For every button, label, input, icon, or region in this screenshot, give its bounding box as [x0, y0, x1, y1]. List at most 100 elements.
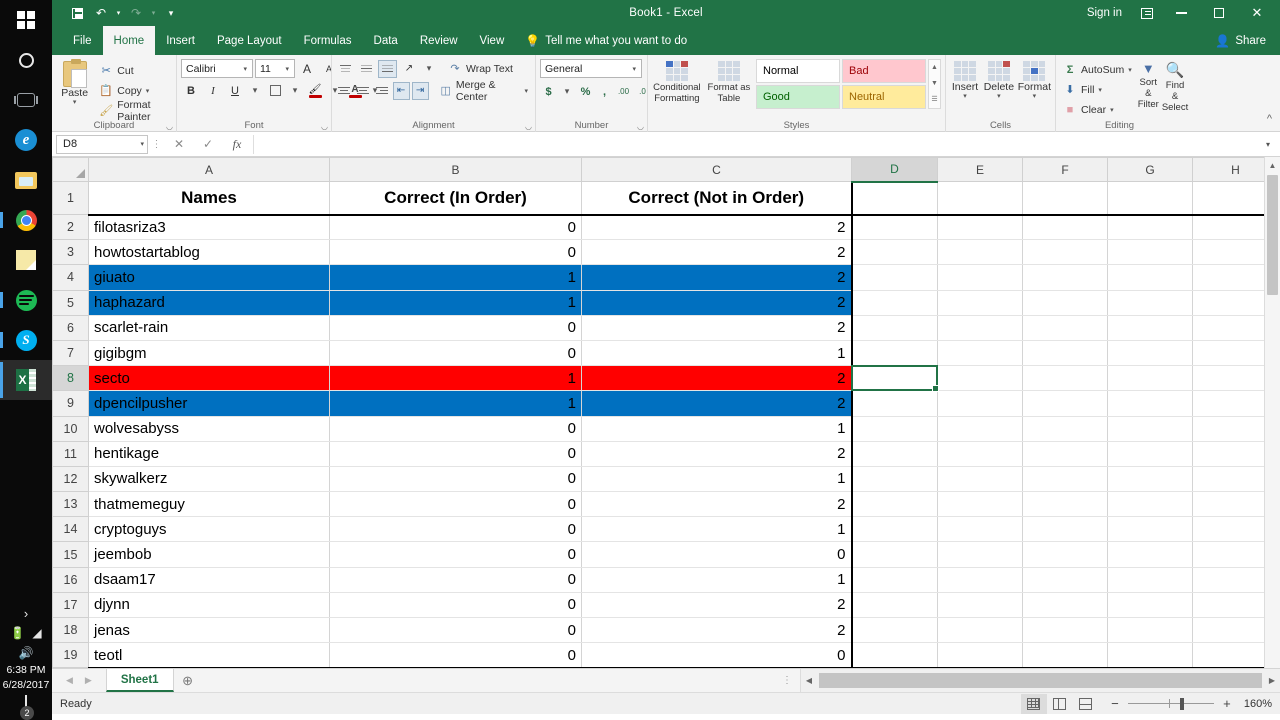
- cell-d4[interactable]: [851, 264, 938, 291]
- cell-a10[interactable]: wolvesabyss: [88, 416, 330, 442]
- cell-f2[interactable]: [1022, 214, 1108, 241]
- column-header-f[interactable]: F: [1022, 157, 1108, 182]
- cell-a7[interactable]: gigibgm: [88, 340, 330, 367]
- cell-a13[interactable]: thatmemeguy: [88, 491, 330, 518]
- zoom-in-button[interactable]: +: [1221, 696, 1233, 711]
- format-cells-button[interactable]: Format ▾: [1018, 59, 1051, 100]
- cell-e17[interactable]: [937, 592, 1023, 619]
- cell-b9[interactable]: 1: [329, 390, 582, 417]
- cell-e1[interactable]: [937, 181, 1023, 216]
- scroll-left-icon[interactable]: ◀: [801, 676, 817, 685]
- cell-d15[interactable]: [851, 541, 938, 568]
- cell-b17[interactable]: 0: [329, 592, 582, 619]
- cell-f11[interactable]: [1022, 441, 1108, 467]
- spotify-icon[interactable]: [0, 280, 52, 320]
- paste-button[interactable]: Paste ▾: [56, 59, 93, 106]
- row-header-18[interactable]: 18: [52, 616, 89, 644]
- cell-f14[interactable]: [1022, 516, 1108, 543]
- insert-cells-button[interactable]: Insert ▾: [950, 59, 980, 100]
- tray-chevron-row[interactable]: ›: [0, 604, 52, 622]
- cell-g12[interactable]: [1107, 466, 1193, 493]
- style-bad[interactable]: Bad: [842, 59, 926, 83]
- column-header-d[interactable]: D: [851, 157, 938, 183]
- cell-c19[interactable]: 0: [581, 642, 853, 668]
- cell-b6[interactable]: 0: [329, 315, 582, 341]
- increase-font-size-button[interactable]: A: [297, 59, 317, 78]
- styles-scroll-down-icon[interactable]: ▼: [929, 76, 940, 92]
- cell-b1[interactable]: Correct (In Order): [329, 181, 582, 216]
- clipboard-dialog-launcher[interactable]: ◡: [166, 122, 173, 131]
- cell-b18[interactable]: 0: [329, 617, 582, 644]
- cell-g17[interactable]: [1107, 592, 1193, 619]
- zoom-level-label[interactable]: 160%: [1240, 698, 1272, 710]
- insert-function-button[interactable]: fx: [224, 135, 250, 154]
- cell-a6[interactable]: scarlet-rain: [88, 315, 330, 341]
- cell-e11[interactable]: [937, 441, 1023, 467]
- cell-a11[interactable]: hentikage: [88, 441, 330, 467]
- horizontal-scroll-track[interactable]: [817, 669, 1264, 692]
- wrap-text-button[interactable]: ↷ Wrap Text: [445, 59, 516, 78]
- expand-formula-bar-button[interactable]: ▾: [1260, 140, 1276, 149]
- cell-f15[interactable]: [1022, 541, 1108, 568]
- cell-a2[interactable]: filotasriza3: [88, 214, 330, 241]
- cell-g13[interactable]: [1107, 491, 1193, 518]
- align-bottom-button[interactable]: [378, 59, 397, 78]
- vertical-scrollbar[interactable]: ▲: [1264, 157, 1280, 668]
- insert-dropdown-arrow[interactable]: ▾: [963, 93, 967, 100]
- cell-e9[interactable]: [937, 390, 1023, 417]
- sort-filter-button[interactable]: ▼ Sort & Filter: [1138, 59, 1159, 110]
- cell-b14[interactable]: 0: [329, 516, 582, 543]
- task-view-icon[interactable]: [0, 80, 52, 120]
- cell-e6[interactable]: [937, 315, 1023, 341]
- cell-b10[interactable]: 0: [329, 416, 582, 442]
- decrease-indent-button[interactable]: ⇤: [392, 81, 410, 100]
- cell-c6[interactable]: 2: [581, 315, 853, 341]
- cell-g19[interactable]: [1107, 642, 1193, 668]
- horizontal-scrollbar[interactable]: ◀ ▶: [800, 669, 1280, 692]
- zoom-out-button[interactable]: −: [1109, 696, 1121, 711]
- cell-c12[interactable]: 1: [581, 466, 853, 493]
- cell-c10[interactable]: 1: [581, 416, 853, 442]
- cell-b5[interactable]: 1: [329, 290, 582, 316]
- cell-e12[interactable]: [937, 466, 1023, 493]
- cell-c2[interactable]: 2: [581, 214, 853, 241]
- percent-style-button[interactable]: %: [577, 83, 594, 101]
- cell-c3[interactable]: 2: [581, 239, 853, 266]
- row-header-5[interactable]: 5: [52, 289, 89, 316]
- cell-a18[interactable]: jenas: [88, 617, 330, 644]
- align-right-button[interactable]: [374, 82, 391, 100]
- vertical-scroll-thumb[interactable]: [1267, 175, 1278, 295]
- cell-e18[interactable]: [937, 617, 1023, 644]
- cut-button[interactable]: ✂ Cut: [96, 61, 172, 80]
- scroll-right-icon[interactable]: ▶: [1264, 676, 1280, 685]
- cell-c7[interactable]: 1: [581, 340, 853, 367]
- cell-a17[interactable]: djynn: [88, 592, 330, 619]
- font-name-combo[interactable]: Calibri ▾: [181, 59, 253, 78]
- tab-file[interactable]: File: [62, 26, 103, 55]
- accounting-dropdown[interactable]: ▾: [559, 82, 575, 101]
- tab-insert[interactable]: Insert: [155, 26, 206, 55]
- cell-a16[interactable]: dsaam17: [88, 567, 330, 593]
- cell-d5[interactable]: [851, 290, 938, 316]
- name-box[interactable]: D8 ▾: [56, 134, 148, 154]
- row-header-14[interactable]: 14: [52, 516, 89, 543]
- cell-g15[interactable]: [1107, 541, 1193, 568]
- cell-a5[interactable]: haphazard: [88, 290, 330, 316]
- row-header-17[interactable]: 17: [52, 591, 89, 619]
- cell-g8[interactable]: [1107, 365, 1193, 392]
- cell-b12[interactable]: 0: [329, 466, 582, 493]
- cell-e16[interactable]: [937, 567, 1023, 593]
- italic-button[interactable]: I: [203, 81, 223, 100]
- tab-home[interactable]: Home: [102, 26, 156, 55]
- cell-b8[interactable]: 1: [329, 365, 582, 392]
- cell-c11[interactable]: 2: [581, 441, 853, 467]
- cell-f12[interactable]: [1022, 466, 1108, 493]
- borders-button[interactable]: [265, 81, 285, 100]
- cell-d13[interactable]: [851, 491, 938, 518]
- column-header-c[interactable]: C: [581, 157, 852, 182]
- cell-e2[interactable]: [937, 214, 1023, 241]
- cell-f18[interactable]: [1022, 617, 1108, 644]
- clock-time[interactable]: 6:38 PM: [6, 664, 45, 677]
- cell-e3[interactable]: [937, 239, 1023, 266]
- cell-d7[interactable]: [851, 340, 938, 367]
